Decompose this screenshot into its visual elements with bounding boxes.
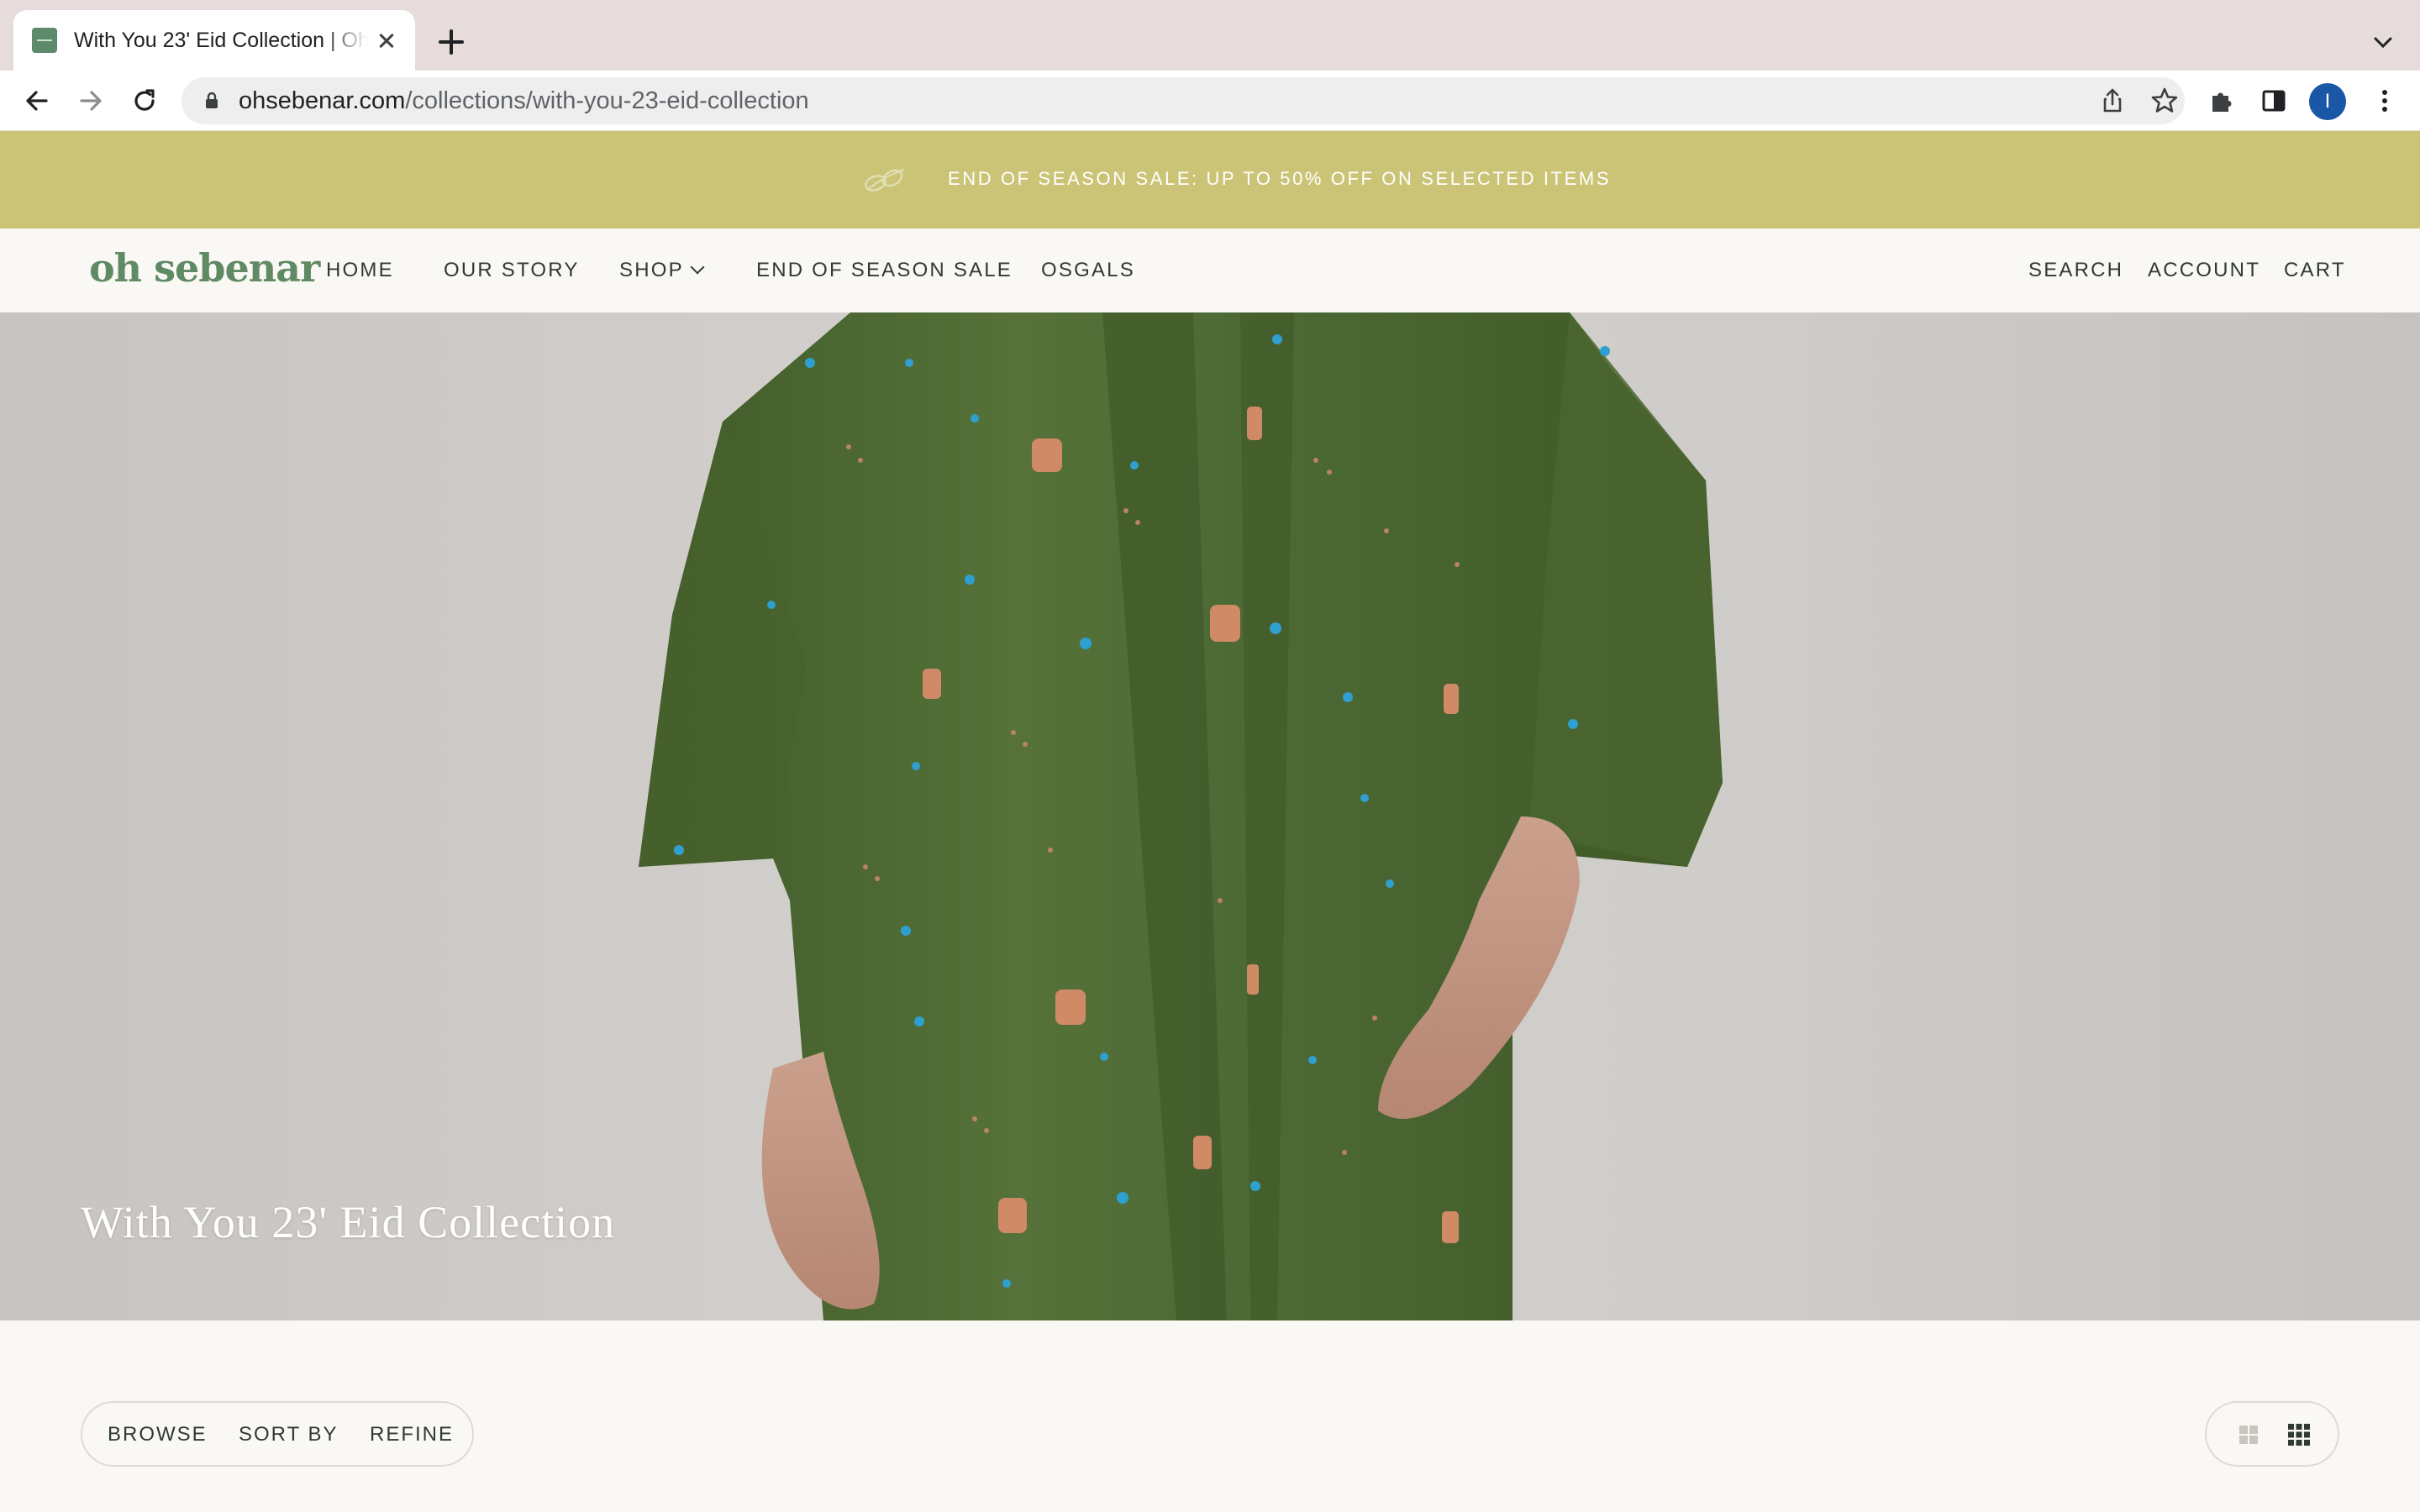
grid-3x3-icon[interactable]	[2286, 1421, 2312, 1448]
address-bar[interactable]: ohsebenar.com/collections/with-you-23-ei…	[182, 77, 2185, 124]
arrow-left-icon[interactable]	[20, 84, 54, 118]
profile-avatar[interactable]: I	[2309, 83, 2346, 120]
new-tab-plus-icon[interactable]	[439, 29, 466, 55]
filter-toolbar: BROWSE SORT BY REFINE	[81, 1401, 474, 1467]
nav-shop-label: SHOP	[619, 259, 684, 281]
search-link[interactable]: SEARCH	[2028, 259, 2123, 282]
announcement-text[interactable]: END OF SEASON SALE: UP TO 50% OFF ON SEL…	[948, 168, 1611, 190]
chevron-down-icon[interactable]	[2370, 29, 2396, 55]
grid-view-toggle	[2205, 1401, 2339, 1467]
side-panel-icon[interactable]	[2257, 84, 2291, 118]
cart-link[interactable]: CART	[2284, 259, 2346, 282]
account-link[interactable]: ACCOUNT	[2148, 259, 2260, 282]
url-text[interactable]: ohsebenar.com/collections/with-you-23-ei…	[239, 87, 809, 114]
nav-shop[interactable]: SHOP	[619, 259, 705, 282]
browser-tabstrip: With You 23' Eid Collection | Oh Sebenar	[0, 0, 2420, 71]
sort-by-button[interactable]: SORT BY	[239, 1423, 338, 1446]
collection-title: With You 23' Eid Collection	[81, 1197, 616, 1247]
nav-osgals[interactable]: OSGALS	[1041, 259, 1135, 282]
chevron-down-icon	[690, 260, 705, 275]
lock-icon[interactable]	[202, 91, 222, 111]
close-tab-icon[interactable]	[375, 29, 398, 52]
reload-icon[interactable]	[128, 84, 161, 118]
browse-button[interactable]: BROWSE	[108, 1423, 208, 1446]
arrow-right-icon[interactable]	[74, 84, 108, 118]
star-icon[interactable]	[2149, 86, 2180, 116]
site-header: oh sebenar HOME OUR STORY SHOP END OF SE…	[0, 228, 2420, 312]
hero-image	[639, 312, 1723, 1320]
announcement-bar[interactable]: END OF SEASON SALE: UP TO 50% OFF ON SEL…	[0, 131, 2420, 228]
kebab-menu-icon[interactable]	[2368, 84, 2402, 118]
tab-title: With You 23' Eid Collection | Oh Sebenar	[74, 28, 368, 52]
browser-tab-active[interactable]: With You 23' Eid Collection | Oh Sebenar	[13, 10, 415, 71]
puzzle-icon[interactable]	[2205, 84, 2238, 118]
grid-2x2-icon[interactable]	[2235, 1421, 2262, 1448]
site-logo[interactable]: oh sebenar	[89, 245, 320, 291]
nav-home[interactable]: HOME	[326, 259, 394, 282]
share-icon[interactable]	[2097, 86, 2128, 116]
nav-our-story[interactable]: OUR STORY	[444, 259, 580, 282]
browser-toolbar: ohsebenar.com/collections/with-you-23-ei…	[0, 71, 2420, 131]
hero-banner: With You 23' Eid Collection	[0, 312, 2420, 1320]
site-favicon-icon	[32, 28, 57, 53]
leaf-doodle-icon	[865, 169, 905, 192]
refine-button[interactable]: REFINE	[370, 1423, 454, 1446]
nav-end-of-season-sale[interactable]: END OF SEASON SALE	[756, 259, 1013, 282]
